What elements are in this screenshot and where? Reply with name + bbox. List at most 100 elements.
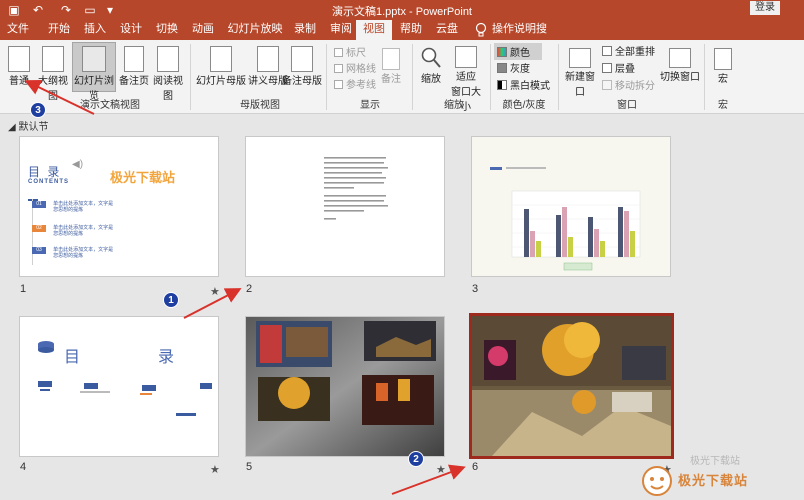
title-bar: ▣ ↶ ↷ ▭ ▾ 演示文稿1.pptx - PowerPoint 登录 bbox=[0, 0, 804, 20]
new-window-icon bbox=[569, 48, 591, 68]
slide-master-button[interactable]: 幻灯片母版 bbox=[196, 44, 246, 92]
group-label-window: 窗口 bbox=[617, 100, 637, 111]
outline-view-icon bbox=[42, 46, 64, 72]
grayscale-option[interactable]: 灰度 bbox=[497, 60, 530, 75]
grayscale-swatch-icon bbox=[497, 63, 507, 73]
slide-thumbnail-3[interactable] bbox=[471, 136, 671, 277]
notes-master-icon bbox=[291, 46, 313, 72]
black-white-swatch-icon bbox=[497, 80, 507, 90]
macro-icon bbox=[714, 48, 732, 70]
ribbon-view: 普通 大纲视图 幻灯片浏览 备注页 阅读视图 演示文稿视图 幻灯片母版 讲义母版… bbox=[0, 40, 804, 114]
section-header[interactable]: ◢ 默认节 bbox=[8, 118, 48, 133]
notes-master-button[interactable]: 备注母版 bbox=[282, 44, 322, 92]
ruler-checkbox[interactable]: 标尺 bbox=[334, 44, 366, 59]
black-white-option[interactable]: 黑白模式 bbox=[497, 77, 550, 92]
slide-number: 6 bbox=[472, 461, 479, 473]
slide-master-icon bbox=[210, 46, 232, 72]
annotation-badge-2: 2 bbox=[408, 451, 424, 467]
slide-thumbnail-1[interactable]: 目 录 CONTENTS ◀) 极光下载站 01 单击此处添加文本，文字是 您思想… bbox=[19, 136, 219, 277]
move-split-button[interactable]: 移动拆分 bbox=[602, 77, 655, 92]
cascade-icon bbox=[602, 63, 612, 73]
tab-animations[interactable]: 动画 bbox=[188, 20, 218, 40]
slide-thumbnail-6[interactable] bbox=[469, 313, 674, 459]
tab-help[interactable]: 帮助 bbox=[396, 20, 426, 40]
slide-number: 3 bbox=[472, 283, 479, 295]
color-swatch-icon bbox=[497, 47, 507, 57]
separator bbox=[490, 44, 491, 110]
watermark-logo-icon bbox=[642, 466, 672, 496]
watermark-subtext: 极光下载站 bbox=[690, 456, 740, 467]
switch-window-button[interactable]: 切换窗口 bbox=[660, 44, 700, 92]
tab-review[interactable]: 审阅 bbox=[326, 20, 356, 40]
slide5-photo-collage bbox=[246, 317, 444, 456]
tab-home[interactable]: 开始 bbox=[44, 20, 74, 40]
separator bbox=[326, 44, 327, 110]
guides-checkbox[interactable]: 参考线 bbox=[334, 76, 376, 91]
magnifier-icon bbox=[421, 47, 441, 68]
move-split-icon bbox=[602, 80, 612, 90]
separator bbox=[190, 44, 191, 110]
gridlines-checkbox[interactable]: 网格线 bbox=[334, 60, 376, 75]
slide-thumbnail-4[interactable]: 目 录 bbox=[19, 316, 219, 457]
slide-number: 5 bbox=[246, 461, 253, 473]
cascade-button[interactable]: 层叠 bbox=[602, 60, 635, 75]
new-window-button[interactable]: 新建窗口 bbox=[562, 44, 598, 98]
slide1-item-1: 01 单击此处添加文本，文字是 您思想的提炼 bbox=[32, 201, 113, 213]
slide1-item-2: 02 单击此处添加文本，文字是 您思想的提炼 bbox=[32, 225, 113, 237]
fit-to-window-button[interactable]: 适应 窗口大小 bbox=[448, 44, 484, 113]
notes-page-button[interactable]: 备注页 bbox=[118, 44, 150, 92]
transition-star-icon: ★ bbox=[210, 464, 220, 476]
macro-button[interactable]: 宏 bbox=[710, 44, 736, 92]
group-label-show: 显示 bbox=[360, 100, 380, 111]
transition-star-icon: ★ bbox=[210, 286, 220, 298]
tab-design[interactable]: 设计 bbox=[116, 20, 146, 40]
fit-window-icon bbox=[455, 46, 477, 68]
slide1-subtitle: CONTENTS bbox=[28, 179, 69, 185]
slide1-title: 目 录 bbox=[28, 165, 62, 179]
group-label-color: 颜色/灰度 bbox=[502, 100, 546, 111]
arrange-all-icon bbox=[602, 46, 612, 56]
outline-view-button[interactable]: 大纲视图 bbox=[36, 44, 70, 102]
lightbulb-icon bbox=[475, 22, 487, 37]
group-label-macro: 宏 bbox=[718, 100, 728, 111]
tab-slideshow[interactable]: 幻灯片放映 bbox=[226, 20, 284, 40]
tab-record[interactable]: 录制 bbox=[290, 20, 320, 40]
normal-view-button[interactable]: 普通 bbox=[4, 44, 34, 92]
slide-thumbnail-5[interactable] bbox=[245, 316, 445, 457]
group-label-master: 母版视图 bbox=[240, 100, 280, 111]
slide1-brand: 极光下载站 bbox=[110, 170, 176, 185]
notes-button[interactable]: 备注 bbox=[376, 44, 406, 92]
slide4-left-char: 目 bbox=[64, 349, 81, 366]
annotation-badge-1: 1 bbox=[163, 292, 179, 308]
arrange-all-button[interactable]: 全部重排 bbox=[602, 43, 655, 58]
annotation-badge-3: 3 bbox=[30, 102, 46, 118]
slide-sorter-button[interactable]: 幻灯片浏览 bbox=[72, 42, 116, 102]
slide3-chart-graphic bbox=[490, 167, 641, 271]
group-label-zoom: 缩放 bbox=[444, 100, 464, 111]
slide-number: 2 bbox=[246, 283, 253, 295]
slide6-photo-collage bbox=[472, 316, 671, 456]
separator bbox=[558, 44, 559, 110]
tell-me-search[interactable]: 操作说明搜索 bbox=[492, 20, 552, 53]
switch-window-icon bbox=[669, 48, 691, 68]
slide1-item-3: 03 单击此处添加文本，文字是 您思想的提炼 bbox=[32, 247, 113, 259]
tab-view[interactable]: 视图 bbox=[356, 20, 392, 40]
slide-number: 4 bbox=[20, 461, 27, 473]
reading-view-button[interactable]: 阅读视图 bbox=[150, 44, 186, 102]
group-label-views: 演示文稿视图 bbox=[80, 100, 140, 111]
zoom-button[interactable]: 缩放 bbox=[416, 44, 446, 94]
watermark-text: 极光下载站 bbox=[678, 473, 749, 488]
slide-thumbnail-2[interactable] bbox=[245, 136, 445, 277]
transition-star-icon: ★ bbox=[436, 464, 446, 476]
tab-cloud[interactable]: 云盘 bbox=[432, 20, 462, 40]
normal-view-icon bbox=[8, 46, 30, 72]
tab-transitions[interactable]: 切换 bbox=[152, 20, 182, 40]
collapse-triangle-icon[interactable]: ◢ bbox=[8, 122, 16, 133]
handout-master-icon bbox=[257, 46, 279, 72]
tab-insert[interactable]: 插入 bbox=[80, 20, 110, 40]
notes-page-icon bbox=[124, 46, 144, 72]
slide4-graphic bbox=[38, 341, 212, 416]
tab-file[interactable]: 文件 bbox=[4, 20, 32, 40]
login-button[interactable]: 登录 bbox=[750, 1, 780, 15]
color-option[interactable]: 颜色 bbox=[494, 43, 542, 60]
